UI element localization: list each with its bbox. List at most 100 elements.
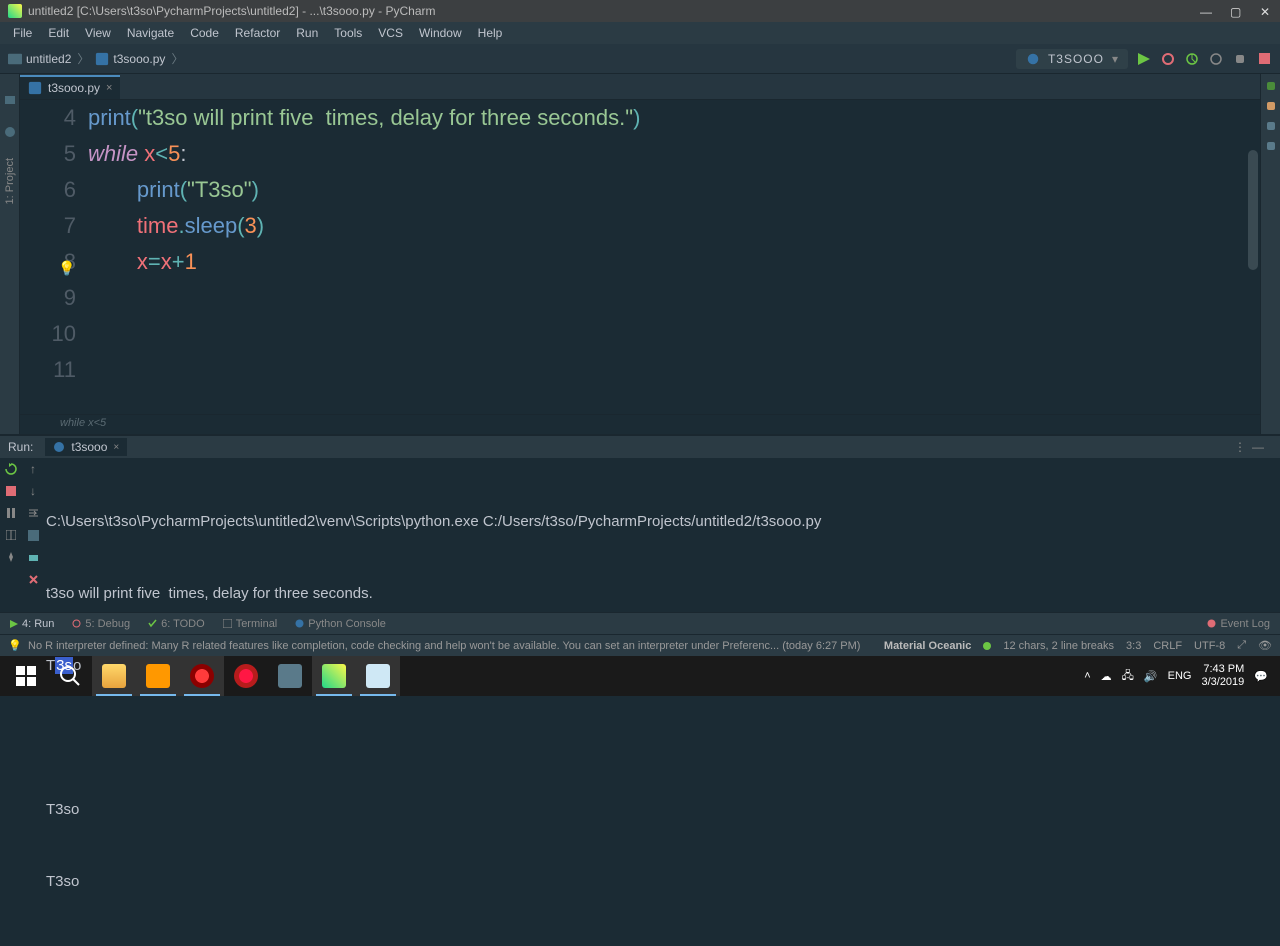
- breadcrumb-separator: 〉: [171, 50, 183, 67]
- clear-button[interactable]: [26, 572, 40, 586]
- run-configuration-selector[interactable]: T3SOOO ▾: [1016, 49, 1128, 69]
- search-button[interactable]: [48, 656, 92, 696]
- menu-run[interactable]: Run: [289, 24, 325, 42]
- code-line-8[interactable]: 💡x=x+1: [88, 244, 1260, 280]
- line-separator[interactable]: CRLF: [1153, 640, 1182, 652]
- warning-marker[interactable]: [1267, 102, 1275, 110]
- readonly-toggle-icon[interactable]: ⤢: [1237, 639, 1246, 652]
- layout-button[interactable]: [4, 528, 18, 542]
- code-line-5[interactable]: while x<5:: [88, 136, 1260, 172]
- profile-button[interactable]: [1208, 51, 1224, 67]
- taskbar-sublime[interactable]: [136, 656, 180, 696]
- menu-bar: File Edit View Navigate Code Refactor Ru…: [0, 22, 1280, 44]
- stop-process-button[interactable]: [4, 484, 18, 498]
- tray-network-icon[interactable]: 🖧: [1122, 667, 1134, 686]
- rerun-button[interactable]: [4, 462, 18, 476]
- minimize-button[interactable]: —: [1200, 5, 1212, 17]
- code-line-10[interactable]: [88, 316, 1260, 352]
- breadcrumb-file[interactable]: t3sooo.py: [113, 52, 165, 66]
- theme-indicator[interactable]: Material Oceanic: [884, 640, 971, 652]
- tray-up-icon[interactable]: ˄: [1084, 670, 1090, 682]
- pause-button[interactable]: [4, 506, 18, 520]
- taskbar-opera[interactable]: [224, 656, 268, 696]
- editor-scrollbar[interactable]: [1248, 150, 1258, 270]
- taskbar-explorer[interactable]: [92, 656, 136, 696]
- menu-edit[interactable]: Edit: [41, 24, 76, 42]
- wrap-button[interactable]: [26, 506, 40, 520]
- console-line: t3so will print five times, delay for th…: [44, 582, 1280, 606]
- maximize-button[interactable]: ▢: [1230, 5, 1242, 17]
- file-encoding[interactable]: UTF-8: [1194, 640, 1225, 652]
- window-title: untitled2 [C:\Users\t3so\PycharmProjects…: [28, 4, 1200, 18]
- menu-code[interactable]: Code: [183, 24, 226, 42]
- notification-icon[interactable]: 💡: [8, 639, 22, 653]
- taskbar-app[interactable]: [268, 656, 312, 696]
- title-bar: untitled2 [C:\Users\t3so\PycharmProjects…: [0, 0, 1280, 22]
- tab-run[interactable]: 4: Run: [10, 618, 54, 630]
- start-button[interactable]: [4, 656, 48, 696]
- tray-notifications-icon[interactable]: 💬: [1254, 670, 1268, 683]
- code-line-9[interactable]: [88, 280, 1260, 316]
- editor-tab[interactable]: t3sooo.py ×: [20, 75, 120, 99]
- close-button[interactable]: ✕: [1260, 5, 1272, 17]
- coverage-button[interactable]: [1184, 51, 1200, 67]
- up-button[interactable]: ↑: [26, 462, 40, 476]
- debug-button[interactable]: [1160, 51, 1176, 67]
- menu-view[interactable]: View: [78, 24, 118, 42]
- pin-button[interactable]: [4, 550, 18, 564]
- close-tab-icon[interactable]: ×: [106, 82, 112, 94]
- hide-panel-icon[interactable]: —: [1252, 440, 1264, 454]
- code-line-6[interactable]: print("T3so"): [88, 172, 1260, 208]
- intention-bulb-icon[interactable]: 💡: [58, 250, 75, 286]
- run-button[interactable]: [1136, 51, 1152, 67]
- python-file-icon: [95, 52, 109, 66]
- down-button[interactable]: ↓: [26, 484, 40, 498]
- taskbar-recorder[interactable]: [180, 656, 224, 696]
- console-output[interactable]: C:\Users\t3so\PycharmProjects\untitled2\…: [44, 458, 1280, 946]
- sciview-tool-icon[interactable]: [1267, 142, 1275, 150]
- code-line-4[interactable]: print("t3so will print five times, delay…: [88, 100, 1260, 136]
- scroll-to-end-button[interactable]: [26, 528, 40, 542]
- inspection-indicator[interactable]: [1267, 82, 1275, 90]
- cursor-position[interactable]: 3:3: [1126, 640, 1141, 652]
- run-settings-icon[interactable]: ⋮: [1234, 440, 1246, 454]
- taskbar-clock[interactable]: 7:43 PM 3/3/2019: [1201, 663, 1244, 689]
- editor-tab-bar: t3sooo.py ×: [20, 74, 1260, 100]
- right-tool-strip: [1260, 74, 1280, 434]
- tab-debug[interactable]: 5: Debug: [72, 618, 130, 630]
- menu-vcs[interactable]: VCS: [371, 24, 410, 42]
- project-icon: [8, 52, 22, 66]
- tray-language[interactable]: ENG: [1168, 670, 1192, 682]
- status-message[interactable]: No R interpreter defined: Many R related…: [28, 640, 860, 652]
- print-button[interactable]: [26, 550, 40, 564]
- code-editor[interactable]: 4567891011 print("t3so will print five t…: [20, 100, 1260, 414]
- run-session-tab[interactable]: t3sooo ×: [45, 438, 127, 456]
- tray-volume-icon[interactable]: 🔊: [1144, 670, 1158, 683]
- taskbar-notepad[interactable]: [356, 656, 400, 696]
- menu-window[interactable]: Window: [412, 24, 469, 42]
- code-line-11[interactable]: [88, 352, 1260, 388]
- database-tool-icon[interactable]: [1267, 122, 1275, 130]
- python-icon: [53, 441, 65, 453]
- code-line-7[interactable]: time.sleep(3): [88, 208, 1260, 244]
- tab-todo[interactable]: 6: TODO: [148, 618, 205, 630]
- menu-tools[interactable]: Tools: [327, 24, 369, 42]
- inspection-eye-icon[interactable]: 👁: [1258, 639, 1272, 652]
- attach-button[interactable]: [1232, 51, 1248, 67]
- menu-help[interactable]: Help: [471, 24, 510, 42]
- tab-terminal[interactable]: Terminal: [223, 618, 278, 630]
- close-session-icon[interactable]: ×: [113, 442, 119, 453]
- tab-event-log[interactable]: Event Log: [1207, 618, 1270, 630]
- stop-button[interactable]: [1256, 51, 1272, 67]
- breadcrumb-project[interactable]: untitled2: [26, 52, 71, 66]
- menu-refactor[interactable]: Refactor: [228, 24, 287, 42]
- taskbar-pycharm[interactable]: [312, 656, 356, 696]
- menu-file[interactable]: File: [6, 24, 39, 42]
- project-tool-label[interactable]: 1: Project: [4, 158, 16, 204]
- project-tool-icon[interactable]: [4, 94, 16, 106]
- menu-navigate[interactable]: Navigate: [120, 24, 181, 42]
- structure-tool-icon[interactable]: [4, 126, 16, 138]
- tab-python-console[interactable]: Python Console: [295, 618, 386, 630]
- code-context-breadcrumb[interactable]: while x<5: [20, 414, 1260, 434]
- tray-onedrive-icon[interactable]: ☁: [1101, 670, 1112, 683]
